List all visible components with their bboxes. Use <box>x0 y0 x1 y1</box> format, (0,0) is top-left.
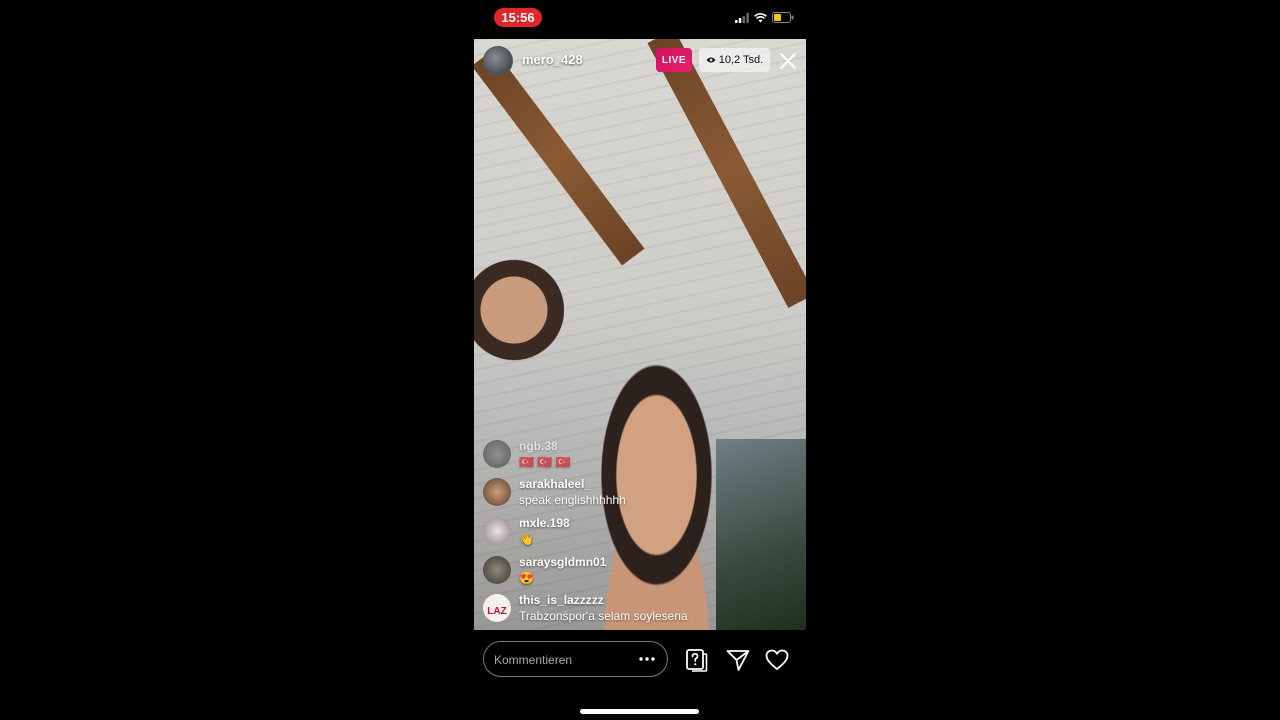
question-icon[interactable] <box>683 647 709 673</box>
status-bar: 15:56 <box>474 0 806 38</box>
viewer-count-badge[interactable]: 10,2 Tsd. <box>699 48 770 72</box>
person-background <box>474 244 564 364</box>
comment-username[interactable]: ngb.38 <box>519 439 558 453</box>
comment-username[interactable]: sarakhaleel_ <box>519 477 591 491</box>
comment-text: speak englishhhhhh <box>519 493 626 507</box>
comment-text: 😍 <box>519 571 534 585</box>
eye-icon <box>706 57 716 63</box>
live-header: mero_428 LIVE 10,2 Tsd. <box>474 39 806 83</box>
comment-username[interactable]: saraysgldmn01 <box>519 555 606 569</box>
comment-input[interactable] <box>492 642 636 678</box>
close-icon[interactable] <box>777 50 799 72</box>
send-icon[interactable] <box>725 647 751 673</box>
host-username[interactable]: mero_428 <box>522 52 583 67</box>
wifi-icon <box>754 12 767 22</box>
more-icon[interactable] <box>637 651 657 667</box>
signal-icon <box>735 12 749 23</box>
battery-icon <box>772 12 794 23</box>
viewer-count: 10,2 Tsd. <box>718 54 764 66</box>
commenter-avatar[interactable] <box>483 517 511 545</box>
commenter-avatar[interactable]: LAZ <box>483 594 511 622</box>
comment-username[interactable]: mxle.198 <box>519 516 570 530</box>
comment-item: ngb.38 🇹🇷 🇹🇷 🇹🇷 <box>482 438 802 474</box>
comment-item: LAZ this_is_lazzzzz Trabzonspor'a selam … <box>482 592 802 628</box>
comment-item: saraysgldmn01 😍 <box>482 554 802 590</box>
comment-text: 👋 <box>519 532 534 546</box>
comment-item: sarakhaleel_ speak englishhhhhh <box>482 476 802 512</box>
commenter-avatar[interactable] <box>483 440 511 468</box>
status-time: 15:56 <box>494 8 542 27</box>
comment-text: Trabzonspor'a selam soylesena <box>519 609 688 623</box>
commenter-avatar[interactable] <box>483 556 511 584</box>
live-badge: LIVE <box>656 48 692 72</box>
comment-text: 🇹🇷 🇹🇷 🇹🇷 <box>519 455 571 469</box>
status-icons <box>735 12 794 23</box>
comment-username[interactable]: this_is_lazzzzz <box>519 593 604 607</box>
host-avatar[interactable] <box>483 46 513 76</box>
bottom-bar <box>474 630 806 720</box>
heart-icon[interactable] <box>764 647 790 673</box>
commenter-avatar[interactable] <box>483 478 511 506</box>
comment-item: mxle.198 👋 <box>482 515 802 551</box>
laz-logo: LAZ <box>487 606 507 617</box>
home-indicator[interactable] <box>580 709 699 714</box>
phone-screen: 15:56 mero_428 LIVE 10,2 Tsd. ngb.38 🇹🇷 … <box>474 0 806 720</box>
comment-composer[interactable] <box>483 641 668 678</box>
